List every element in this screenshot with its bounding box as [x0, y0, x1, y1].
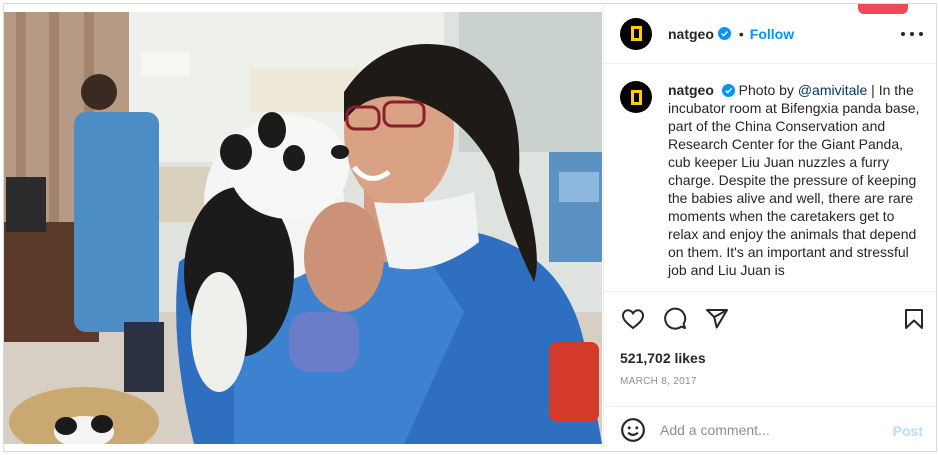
caption-body: | In the incubator room at Bifengxia pan… — [668, 82, 920, 278]
verified-badge-icon — [721, 84, 735, 97]
post-photo[interactable] — [4, 12, 602, 444]
header-username[interactable]: natgeo — [668, 26, 714, 42]
verified-badge-icon — [717, 27, 731, 40]
more-options-icon[interactable] — [901, 24, 923, 44]
comment-input[interactable] — [660, 422, 880, 438]
comment-bar: Post — [604, 406, 936, 451]
post-comment-button[interactable]: Post — [893, 423, 923, 439]
bookmark-icon[interactable] — [901, 306, 927, 332]
post-header: natgeo • Follow — [604, 4, 936, 64]
caption-text: natgeo Photo by @amivitale | In the incu… — [668, 81, 923, 290]
post-actions: 521,702 likes MARCH 8, 2017 — [604, 291, 936, 406]
panda-keeper-photo — [4, 12, 602, 444]
post-dialog: natgeo • Follow natgeo Photo by @amivita… — [3, 3, 937, 452]
caption-username[interactable]: natgeo — [668, 82, 714, 98]
natgeo-logo-icon[interactable] — [620, 17, 652, 50]
post-date[interactable]: MARCH 8, 2017 — [620, 376, 697, 387]
comment-icon[interactable] — [662, 306, 688, 332]
follow-button[interactable]: Follow — [750, 26, 794, 42]
share-icon[interactable] — [704, 306, 730, 332]
post-side-panel: natgeo • Follow natgeo Photo by @amivita… — [603, 4, 936, 451]
separator-dot: • — [738, 25, 744, 42]
natgeo-logo-icon[interactable] — [620, 81, 652, 113]
caption-mention-link[interactable]: @amivitale — [798, 82, 867, 98]
caption-prefix: Photo by — [738, 82, 798, 98]
like-count[interactable]: 521,702 likes — [620, 350, 706, 366]
heart-icon[interactable] — [620, 306, 646, 332]
emoji-icon[interactable] — [620, 417, 646, 443]
caption-section: natgeo Photo by @amivitale | In the incu… — [604, 65, 936, 290]
